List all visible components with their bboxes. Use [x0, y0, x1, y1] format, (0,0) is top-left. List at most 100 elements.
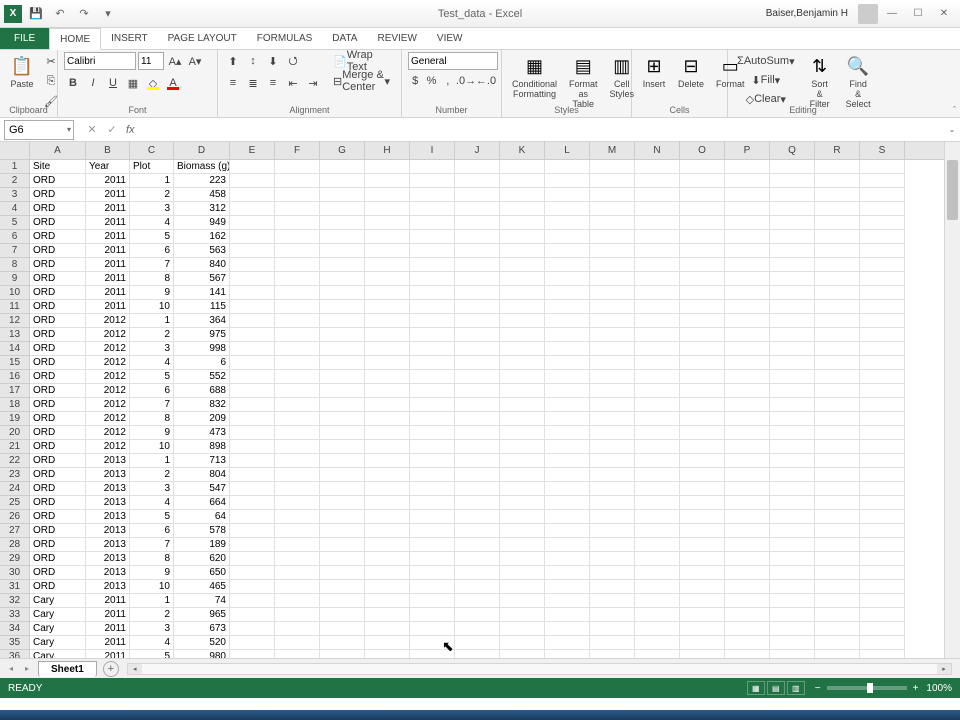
cell[interactable] — [275, 398, 320, 412]
cell[interactable] — [455, 342, 500, 356]
row-header-14[interactable]: 14 — [0, 342, 29, 356]
cell[interactable] — [860, 398, 905, 412]
cell[interactable] — [545, 510, 590, 524]
cell[interactable] — [590, 580, 635, 594]
column-header-J[interactable]: J — [455, 142, 500, 159]
cell[interactable] — [590, 160, 635, 174]
cell[interactable] — [590, 650, 635, 658]
cell[interactable] — [365, 454, 410, 468]
cell[interactable] — [410, 370, 455, 384]
cell[interactable] — [680, 328, 725, 342]
cell[interactable] — [410, 412, 455, 426]
cell[interactable] — [500, 594, 545, 608]
cell[interactable] — [410, 384, 455, 398]
cell[interactable] — [770, 636, 815, 650]
cell[interactable] — [320, 510, 365, 524]
cell[interactable] — [410, 202, 455, 216]
cell[interactable] — [770, 258, 815, 272]
cell[interactable] — [455, 230, 500, 244]
cell[interactable] — [860, 244, 905, 258]
cell[interactable] — [275, 496, 320, 510]
cell[interactable] — [320, 230, 365, 244]
cell[interactable] — [725, 650, 770, 658]
cell[interactable] — [815, 300, 860, 314]
cell[interactable] — [455, 510, 500, 524]
column-header-D[interactable]: D — [174, 142, 230, 159]
cell[interactable]: 664 — [174, 496, 230, 510]
cell[interactable]: 64 — [174, 510, 230, 524]
cell[interactable] — [545, 524, 590, 538]
cell[interactable] — [545, 636, 590, 650]
cell[interactable] — [635, 594, 680, 608]
enter-formula-button[interactable]: ✓ — [104, 122, 120, 138]
cell[interactable]: 7 — [130, 538, 174, 552]
cell[interactable]: 458 — [174, 188, 230, 202]
cell[interactable] — [455, 594, 500, 608]
cell[interactable] — [770, 272, 815, 286]
cell[interactable] — [410, 622, 455, 636]
cell[interactable] — [275, 454, 320, 468]
cell[interactable] — [365, 608, 410, 622]
row-header-36[interactable]: 36 — [0, 650, 29, 658]
cell[interactable] — [455, 160, 500, 174]
cell[interactable] — [275, 552, 320, 566]
cell[interactable] — [230, 342, 275, 356]
cell[interactable]: ORD — [30, 496, 86, 510]
cell[interactable] — [860, 342, 905, 356]
cell[interactable] — [815, 328, 860, 342]
cell[interactable] — [635, 566, 680, 580]
cell[interactable] — [320, 650, 365, 658]
zoom-out-button[interactable]: − — [815, 683, 821, 694]
cell[interactable]: 4 — [130, 636, 174, 650]
cell[interactable] — [635, 552, 680, 566]
cell[interactable] — [860, 230, 905, 244]
cell[interactable] — [590, 356, 635, 370]
column-header-S[interactable]: S — [860, 142, 905, 159]
cell[interactable] — [275, 566, 320, 580]
cell[interactable]: 980 — [174, 650, 230, 658]
cell[interactable] — [455, 188, 500, 202]
column-header-N[interactable]: N — [635, 142, 680, 159]
decrease-decimal-button[interactable]: ←.0 — [477, 72, 495, 90]
cell[interactable] — [545, 426, 590, 440]
row-header-12[interactable]: 12 — [0, 314, 29, 328]
cell[interactable] — [815, 216, 860, 230]
cell[interactable] — [320, 202, 365, 216]
cell[interactable]: 189 — [174, 538, 230, 552]
cell[interactable] — [410, 594, 455, 608]
cell[interactable] — [635, 272, 680, 286]
cell[interactable] — [725, 398, 770, 412]
cell[interactable] — [365, 552, 410, 566]
cell[interactable] — [545, 328, 590, 342]
cell[interactable] — [500, 174, 545, 188]
spreadsheet-grid[interactable]: ABCDEFGHIJKLMNOPQRS 12345678910111213141… — [0, 142, 960, 658]
cell[interactable] — [725, 258, 770, 272]
cell[interactable]: 9 — [130, 426, 174, 440]
cell[interactable] — [860, 216, 905, 230]
cell[interactable] — [320, 328, 365, 342]
cell[interactable] — [455, 650, 500, 658]
cell[interactable] — [590, 384, 635, 398]
cell[interactable] — [770, 230, 815, 244]
orientation-button[interactable]: ⭯ — [284, 52, 302, 70]
cell[interactable] — [500, 622, 545, 636]
cell[interactable] — [230, 286, 275, 300]
cell[interactable]: ORD — [30, 202, 86, 216]
zoom-in-button[interactable]: + — [913, 683, 919, 694]
cell[interactable] — [860, 552, 905, 566]
select-all-corner[interactable] — [0, 142, 30, 160]
cell[interactable] — [725, 636, 770, 650]
row-header-33[interactable]: 33 — [0, 608, 29, 622]
cell[interactable] — [725, 524, 770, 538]
cell[interactable] — [680, 188, 725, 202]
cell[interactable] — [770, 216, 815, 230]
cell[interactable]: ORD — [30, 384, 86, 398]
cell[interactable] — [770, 440, 815, 454]
cell[interactable]: 8 — [130, 552, 174, 566]
cell[interactable] — [455, 258, 500, 272]
cell[interactable] — [590, 510, 635, 524]
cell[interactable]: 7 — [130, 398, 174, 412]
cell[interactable]: 650 — [174, 566, 230, 580]
cell[interactable] — [815, 594, 860, 608]
cell[interactable]: 4 — [130, 216, 174, 230]
